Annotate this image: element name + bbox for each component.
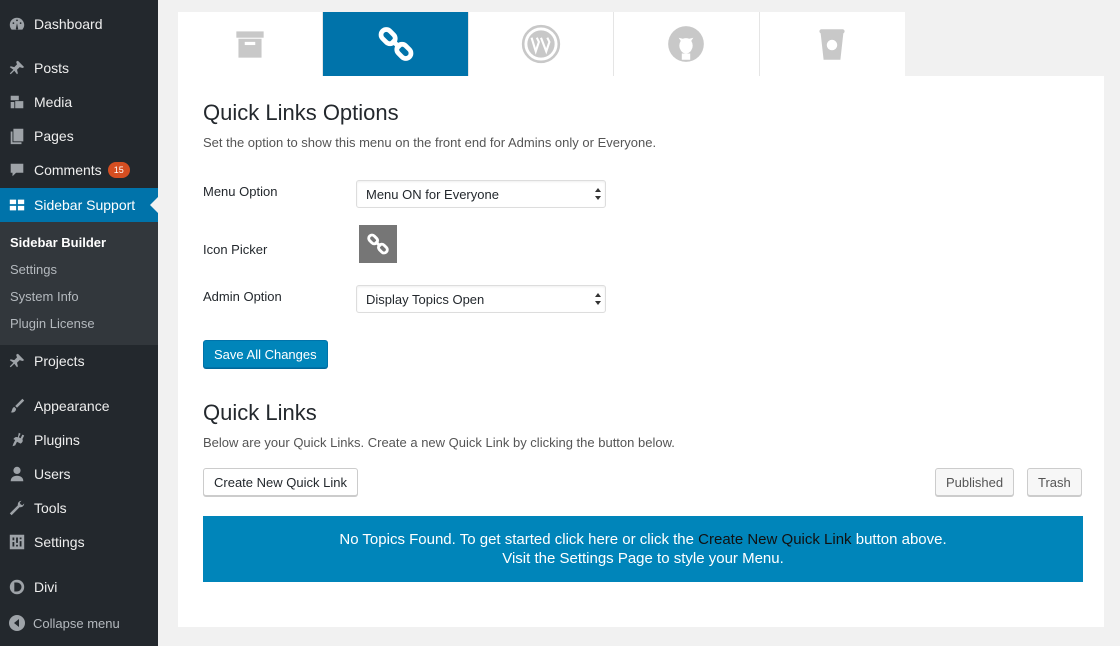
sidebar-item-tools[interactable]: Tools xyxy=(0,491,158,525)
collapse-arrow-icon xyxy=(9,615,25,631)
collapse-menu-label: Collapse menu xyxy=(33,615,120,631)
sidebar-submenu: Sidebar Builder Settings System Info Plu… xyxy=(0,222,158,345)
save-all-changes-button[interactable]: Save All Changes xyxy=(203,340,328,368)
sidebar-item-media[interactable]: Media xyxy=(0,85,158,119)
sidebar-item-projects[interactable]: Projects xyxy=(0,344,158,378)
trash-filter-button[interactable]: Trash xyxy=(1027,468,1082,496)
menu-option-value: Menu ON for Everyone xyxy=(366,186,499,202)
collapse-menu-button[interactable]: Collapse menu xyxy=(0,610,120,636)
brush-icon xyxy=(0,397,34,415)
github-icon xyxy=(668,26,705,62)
options-description: Set the option to show this menu on the … xyxy=(203,135,657,150)
tab-github[interactable] xyxy=(614,12,760,76)
main-panel: Quick Links Options Set the option to sh… xyxy=(178,76,1104,627)
dashboard-icon xyxy=(0,15,34,33)
sidebar-item-label: Users xyxy=(34,466,71,482)
create-new-quick-link-button[interactable]: Create New Quick Link xyxy=(203,468,358,496)
submenu-settings[interactable]: Settings xyxy=(10,262,57,277)
select-arrows-icon xyxy=(595,293,601,305)
sidebar-item-posts[interactable]: Posts xyxy=(0,51,158,85)
sidebar-item-label: Tools xyxy=(34,500,67,516)
sidebar-item-sidebar-support[interactable]: Sidebar Support xyxy=(0,188,158,222)
icon-tab-bar xyxy=(178,12,906,76)
sidebar-item-label: Divi xyxy=(34,579,58,595)
sidebar-item-label: Media xyxy=(34,94,73,110)
submenu-system-info[interactable]: System Info xyxy=(10,289,79,304)
tab-archive[interactable] xyxy=(178,12,324,76)
comment-count-badge: 15 xyxy=(107,162,130,178)
submenu-sidebar-builder[interactable]: Sidebar Builder xyxy=(10,235,106,250)
link-icon xyxy=(367,233,389,255)
sidebar-item-settings[interactable]: Settings xyxy=(0,525,158,559)
no-topics-notice: No Topics Found. To get started click he… xyxy=(203,516,1083,582)
tab-trash[interactable] xyxy=(759,12,906,76)
sidebar-item-dashboard[interactable]: Dashboard xyxy=(0,7,158,41)
trash-bin-icon xyxy=(819,29,845,60)
sidebar-item-label: Dashboard xyxy=(34,16,103,32)
sidebar-item-pages[interactable]: Pages xyxy=(0,119,158,153)
notice-create-link[interactable]: Create New Quick Link xyxy=(698,531,851,548)
tab-quick-links[interactable] xyxy=(323,12,469,76)
media-icon xyxy=(0,93,34,111)
quick-links-title: Quick Links xyxy=(203,400,317,425)
select-arrows-icon xyxy=(595,188,601,200)
notice-text: button above. xyxy=(851,531,947,548)
archive-icon xyxy=(236,31,264,58)
sidebar-item-users[interactable]: Users xyxy=(0,457,158,491)
comment-icon xyxy=(0,161,34,179)
sidebar-item-label: Posts xyxy=(34,60,70,76)
quick-links-description: Below are your Quick Links. Create a new… xyxy=(203,435,675,450)
sidebar-item-comments[interactable]: Comments 15 xyxy=(0,153,158,187)
notice-text: No Topics Found. To get started click he… xyxy=(339,531,699,548)
wordpress-icon xyxy=(521,24,561,64)
icon-picker-label: Icon Picker xyxy=(203,242,268,257)
wrench-icon xyxy=(0,499,34,517)
menu-option-select[interactable]: Menu ON for Everyone xyxy=(356,180,606,208)
sidebar-item-appearance[interactable]: Appearance xyxy=(0,389,158,423)
divi-icon xyxy=(0,578,34,596)
sidebar-item-label: Plugins xyxy=(34,432,80,448)
admin-option-value: Display Topics Open xyxy=(366,291,485,307)
sidebar-support-icon xyxy=(0,196,34,214)
sidebar-item-plugins[interactable]: Plugins xyxy=(0,423,158,457)
sidebar-item-label: Settings xyxy=(34,534,85,550)
pin-icon xyxy=(0,352,34,370)
sidebar-item-label: Comments xyxy=(34,162,102,178)
plug-icon xyxy=(0,431,34,449)
options-title: Quick Links Options xyxy=(203,100,399,125)
settings-icon xyxy=(0,533,34,551)
pages-icon xyxy=(0,127,34,145)
menu-option-label: Menu Option xyxy=(203,184,278,199)
admin-option-select[interactable]: Display Topics Open xyxy=(356,285,606,313)
tab-wordpress[interactable] xyxy=(468,12,615,76)
icon-picker-button[interactable] xyxy=(359,225,397,263)
admin-option-label: Admin Option xyxy=(203,289,282,304)
notice-line-1: No Topics Found. To get started click he… xyxy=(203,530,1083,549)
pin-icon xyxy=(0,59,34,77)
published-filter-button[interactable]: Published xyxy=(935,468,1015,496)
sidebar-item-label: Appearance xyxy=(34,398,110,414)
sidebar-item-divi[interactable]: Divi xyxy=(0,570,158,604)
link-icon xyxy=(378,27,413,61)
sidebar-item-label: Sidebar Support xyxy=(34,197,136,213)
notice-line-2[interactable]: Visit the Settings Page to style your Me… xyxy=(203,549,1083,568)
submenu-plugin-license[interactable]: Plugin License xyxy=(10,316,95,331)
sidebar-item-label: Projects xyxy=(34,353,85,369)
admin-sidebar: Dashboard Posts Media Pages Comments 15 … xyxy=(0,0,158,646)
user-icon xyxy=(0,465,34,483)
sidebar-item-label: Pages xyxy=(34,128,74,144)
